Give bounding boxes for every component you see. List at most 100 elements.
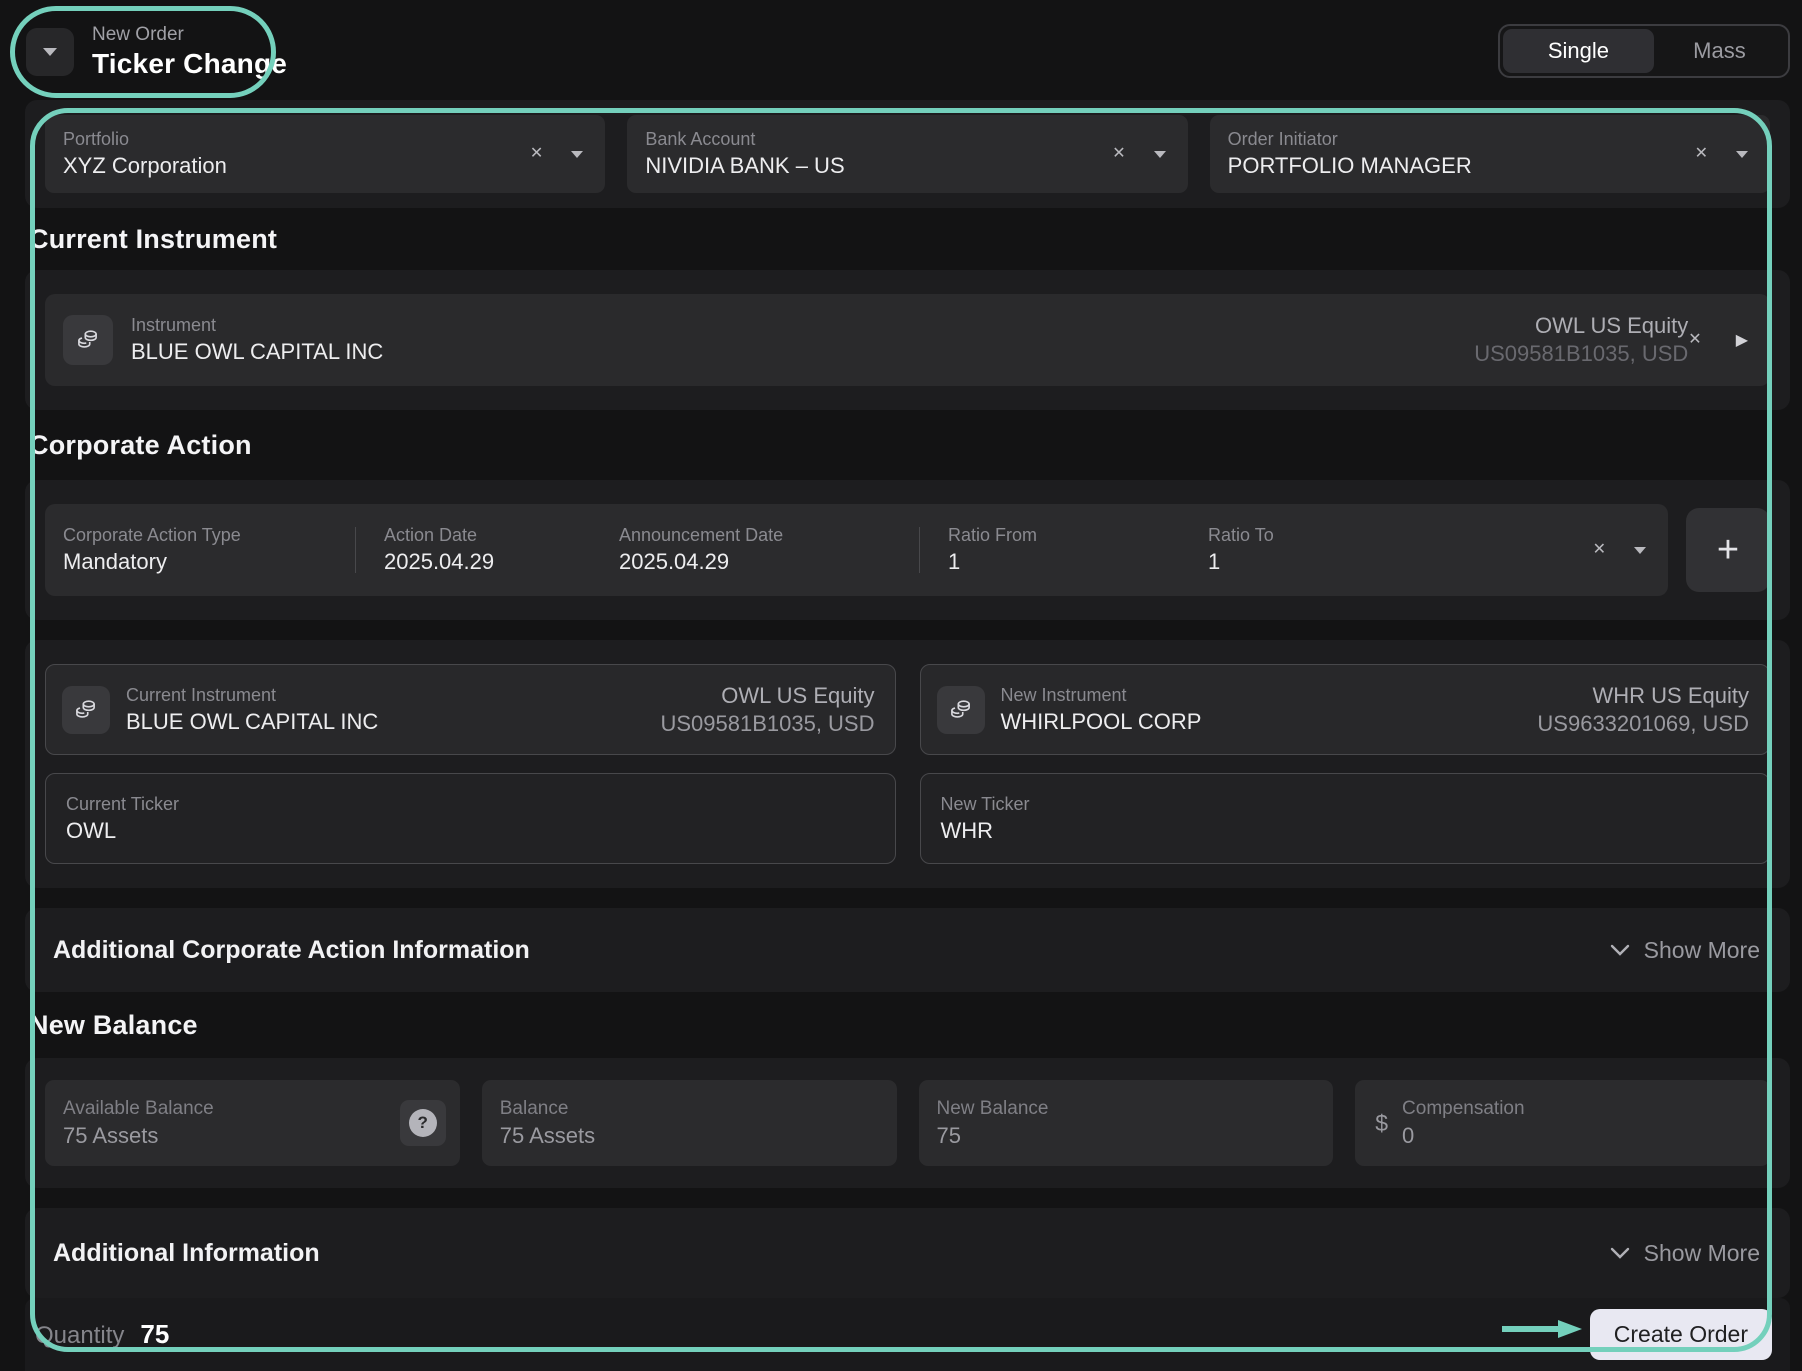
current-instrument-ticker: OWL US Equity: [721, 683, 874, 709]
instrument-panel: Instrument BLUE OWL CAPITAL INC OWL US E…: [25, 270, 1790, 410]
order-type-dropdown-button[interactable]: [26, 28, 74, 76]
new-ticker-value: WHR: [941, 818, 1770, 844]
divider: [919, 527, 920, 573]
create-order-button[interactable]: Create Order: [1590, 1309, 1772, 1360]
new-instrument-card[interactable]: New Instrument WHIRLPOOL CORP WHR US Equ…: [920, 664, 1771, 755]
toggle-option-mass[interactable]: Mass: [1654, 29, 1785, 73]
quantity-label: Quantity: [35, 1322, 124, 1350]
current-instrument-value: BLUE OWL CAPITAL INC: [126, 709, 660, 735]
bank-account-text: Bank Account NIVIDIA BANK – US: [627, 129, 1112, 179]
balance-field: Balance 75 Assets: [482, 1080, 897, 1166]
current-ticker-label: Current Ticker: [66, 794, 895, 815]
new-instrument-text: New Instrument WHIRLPOOL CORP: [1001, 685, 1538, 735]
order-type-value: Ticker Change: [92, 48, 287, 80]
compensation-field: $ Compensation 0: [1355, 1080, 1770, 1166]
instrument-value: BLUE OWL CAPITAL INC: [131, 339, 1474, 365]
instrument-expand-icon[interactable]: ▶: [1736, 330, 1748, 350]
corporate-action-heading: Corporate Action: [29, 430, 252, 461]
ca-type-value: Mandatory: [63, 549, 355, 575]
quantity-value: 75: [140, 1319, 169, 1350]
additional-ca-info-heading: Additional Corporate Action Information: [53, 936, 530, 965]
show-more-label: Show More: [1644, 1240, 1760, 1267]
spacer: [25, 620, 1790, 640]
portfolio-chevron-down-icon[interactable]: [571, 151, 583, 158]
spacer: [25, 1188, 1790, 1208]
add-corporate-action-button[interactable]: +: [1686, 508, 1770, 592]
current-instrument-card[interactable]: Current Instrument BLUE OWL CAPITAL INC …: [45, 664, 896, 755]
new-ticker-text: New Ticker WHR: [921, 794, 1770, 844]
order-initiator-clear-icon[interactable]: ✕: [1695, 146, 1708, 162]
bank-account-field[interactable]: Bank Account NIVIDIA BANK – US ✕: [627, 115, 1187, 193]
ca-announcement-date-col: Announcement Date 2025.04.29: [619, 525, 919, 575]
ca-chevron-down-icon[interactable]: [1634, 547, 1646, 554]
instrument-field[interactable]: Instrument BLUE OWL CAPITAL INC OWL US E…: [45, 294, 1770, 386]
ca-action-date-label: Action Date: [384, 525, 619, 546]
ca-ratio-to-col: Ratio To 1: [1208, 525, 1593, 575]
additional-info-show-more[interactable]: Show More: [1610, 1240, 1760, 1267]
ca-ratio-from-label: Ratio From: [948, 525, 1208, 546]
ca-ratio-from-col: Ratio From 1: [948, 525, 1208, 575]
balance-text: Balance 75 Assets: [482, 1098, 897, 1149]
order-initiator-text: Order Initiator PORTFOLIO MANAGER: [1210, 129, 1695, 179]
spacer: [25, 888, 1790, 908]
order-initiator-field[interactable]: Order Initiator PORTFOLIO MANAGER ✕: [1210, 115, 1770, 193]
order-type-picker[interactable]: New Order Ticker Change: [26, 24, 287, 80]
ca-action-date-col: Action Date 2025.04.29: [384, 525, 619, 575]
compensation-value: 0: [1402, 1123, 1770, 1149]
ca-ratio-to-label: Ratio To: [1208, 525, 1593, 546]
new-instrument-ticker: WHR US Equity: [1593, 683, 1749, 709]
bank-account-clear-icon[interactable]: ✕: [1112, 146, 1125, 162]
corporate-action-heading-band: Corporate Action: [25, 410, 1790, 480]
new-balance-field: New Balance 75: [919, 1080, 1334, 1166]
portfolio-value: XYZ Corporation: [63, 153, 530, 179]
quantity-readout: Quantity 75: [35, 1319, 169, 1350]
current-instrument-isin: US09581B1035, USD: [660, 711, 874, 737]
portfolio-text: Portfolio XYZ Corporation: [45, 129, 530, 179]
balance-label: Balance: [500, 1098, 897, 1120]
bank-account-chevron-down-icon[interactable]: [1154, 151, 1166, 158]
single-mass-toggle[interactable]: Single Mass: [1498, 24, 1790, 78]
instrument-clear-icon[interactable]: ✕: [1688, 332, 1701, 348]
instrument-text: Instrument BLUE OWL CAPITAL INC: [131, 315, 1474, 365]
toggle-option-single[interactable]: Single: [1503, 29, 1654, 73]
new-ticker-label: New Ticker: [941, 794, 1770, 815]
ca-ratio-from-value: 1: [948, 549, 1208, 575]
additional-ca-info-show-more[interactable]: Show More: [1610, 937, 1760, 964]
ca-announcement-date-value: 2025.04.29: [619, 549, 919, 575]
current-instrument-identifiers: OWL US Equity US09581B1035, USD: [660, 683, 874, 737]
order-type-label: New Order: [92, 24, 287, 46]
current-ticker-text: Current Ticker OWL: [46, 794, 895, 844]
current-ticker-value: OWL: [66, 818, 895, 844]
footer-bar: Quantity 75 Create Order: [25, 1298, 1790, 1371]
available-balance-help-button[interactable]: ?: [400, 1100, 446, 1146]
new-instrument-identifiers: WHR US Equity US9633201069, USD: [1537, 683, 1749, 737]
ca-clear-icon[interactable]: ✕: [1593, 542, 1606, 558]
header: New Order Ticker Change Single Mass: [0, 0, 1802, 100]
portfolio-field[interactable]: Portfolio XYZ Corporation ✕: [45, 115, 605, 193]
coins-icon: [62, 686, 110, 734]
order-initiator-chevron-down-icon[interactable]: [1736, 151, 1748, 158]
current-ticker-field[interactable]: Current Ticker OWL: [45, 773, 896, 864]
divider: [355, 527, 356, 573]
current-instrument-label: Current Instrument: [126, 685, 660, 706]
compensation-text: Compensation 0: [1384, 1098, 1770, 1149]
portfolio-clear-icon[interactable]: ✕: [530, 146, 543, 162]
current-instrument-heading: Current Instrument: [29, 224, 277, 255]
new-instrument-value: WHIRLPOOL CORP: [1001, 709, 1538, 735]
additional-info-section: Additional Information Show More: [25, 1208, 1790, 1298]
ca-announcement-date-label: Announcement Date: [619, 525, 919, 546]
new-balance-panel: Available Balance 75 Assets ? Balance 75…: [25, 1058, 1790, 1188]
corporate-action-field[interactable]: Corporate Action Type Mandatory Action D…: [45, 504, 1668, 596]
top-fields-panel: Portfolio XYZ Corporation ✕ Bank Account…: [25, 100, 1790, 208]
order-form: Portfolio XYZ Corporation ✕ Bank Account…: [25, 100, 1790, 1371]
ca-ratio-to-value: 1: [1208, 549, 1593, 575]
available-balance-text: Available Balance 75 Assets: [45, 1098, 400, 1149]
question-mark-icon: ?: [409, 1109, 437, 1137]
new-balance-text: New Balance 75: [919, 1098, 1334, 1149]
new-ticker-field[interactable]: New Ticker WHR: [920, 773, 1771, 864]
new-balance-heading-band: New Balance: [25, 992, 1790, 1058]
portfolio-label: Portfolio: [63, 129, 530, 150]
current-instrument-heading-band: Current Instrument: [25, 208, 1790, 270]
order-type-text: New Order Ticker Change: [92, 24, 287, 80]
instrument-comparison-panel: Current Instrument BLUE OWL CAPITAL INC …: [25, 640, 1790, 888]
